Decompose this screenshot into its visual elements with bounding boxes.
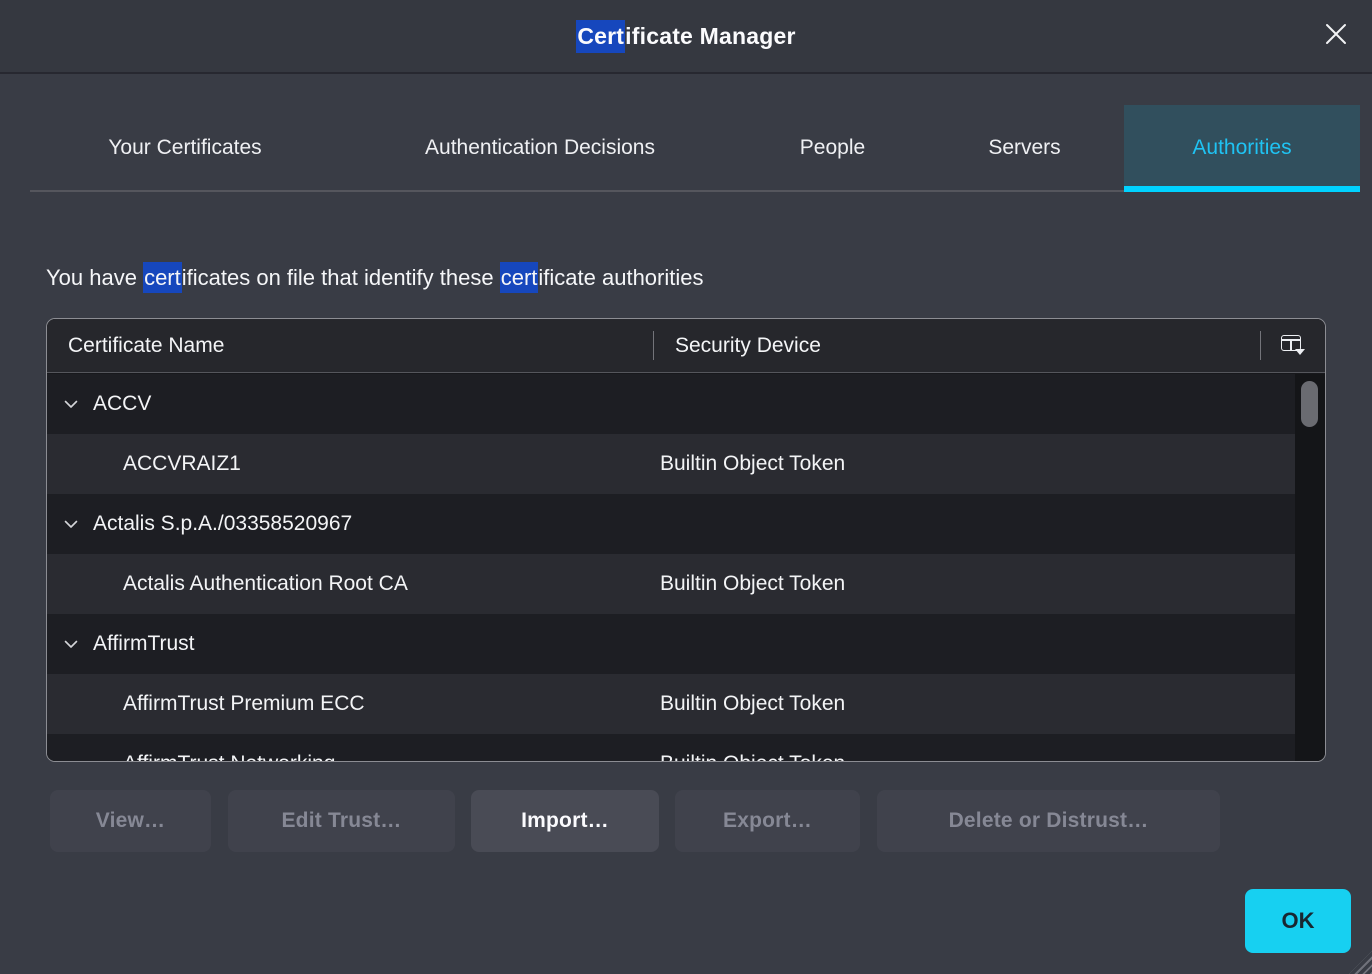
intro-part: You have bbox=[46, 265, 143, 290]
titlebar: Certificate Manager bbox=[0, 0, 1372, 72]
tab-authorities[interactable]: Authorities bbox=[1124, 105, 1360, 190]
tree-child-row[interactable]: ACCVRAIZ1 Builtin Object Token bbox=[47, 434, 1295, 494]
tree-child-row[interactable]: Actalis Authentication Root CA Builtin O… bbox=[47, 554, 1295, 614]
resize-grip-icon[interactable] bbox=[1349, 951, 1372, 974]
cell-security-device: Builtin Object Token bbox=[660, 434, 845, 494]
column-divider bbox=[1260, 331, 1261, 360]
find-highlight: cert bbox=[500, 262, 539, 293]
column-header-certificate-name[interactable]: Certificate Name bbox=[68, 319, 224, 372]
delete-distrust-button[interactable]: Delete or Distrust… bbox=[877, 790, 1220, 852]
cell-certificate-name: ACCV bbox=[93, 374, 151, 434]
tab-people[interactable]: People bbox=[740, 105, 925, 190]
table-header: Certificate Name Security Device bbox=[47, 319, 1325, 373]
find-highlight: cert bbox=[143, 262, 182, 293]
dialog-title: Certificate Manager bbox=[0, 0, 1372, 72]
tab-your-certificates[interactable]: Your Certificates bbox=[30, 105, 340, 190]
certificate-manager-dialog: Certificate Manager Your Certificates Au… bbox=[0, 0, 1372, 974]
tree-child-row[interactable]: AffirmTrust Networking Builtin Object To… bbox=[47, 734, 1295, 761]
cell-security-device: Builtin Object Token bbox=[660, 734, 845, 761]
scrollbar-thumb[interactable] bbox=[1301, 381, 1318, 427]
close-button[interactable] bbox=[1320, 19, 1352, 51]
cell-certificate-name: ACCVRAIZ1 bbox=[123, 434, 241, 494]
view-button[interactable]: View… bbox=[50, 790, 211, 852]
tab-label: People bbox=[800, 136, 865, 160]
edit-trust-button[interactable]: Edit Trust… bbox=[228, 790, 455, 852]
cell-certificate-name: Actalis Authentication Root CA bbox=[123, 554, 408, 614]
intro-part: ificates on file that identify these bbox=[182, 265, 500, 290]
export-button[interactable]: Export… bbox=[675, 790, 860, 852]
tab-servers[interactable]: Servers bbox=[925, 105, 1124, 190]
chevron-down-icon[interactable] bbox=[63, 636, 79, 652]
tab-label: Authorities bbox=[1192, 136, 1291, 160]
tree-group-row[interactable]: AffirmTrust bbox=[47, 614, 1295, 674]
cell-security-device: Builtin Object Token bbox=[660, 674, 845, 734]
ok-button[interactable]: OK bbox=[1245, 889, 1351, 953]
tab-strip: Your Certificates Authentication Decisio… bbox=[30, 105, 1360, 190]
intro-text: You have certificates on file that ident… bbox=[46, 262, 704, 294]
tree-group-row[interactable]: ACCV bbox=[47, 374, 1295, 434]
close-icon bbox=[1322, 20, 1350, 51]
import-button[interactable]: Import… bbox=[471, 790, 659, 852]
cell-security-device: Builtin Object Token bbox=[660, 554, 845, 614]
cell-certificate-name: AffirmTrust Premium ECC bbox=[123, 674, 365, 734]
column-header-security-device[interactable]: Security Device bbox=[675, 319, 821, 372]
tree-child-row[interactable]: AffirmTrust Premium ECC Builtin Object T… bbox=[47, 674, 1295, 734]
tree-group-row[interactable]: Actalis S.p.A./03358520967 bbox=[47, 494, 1295, 554]
tab-label: Authentication Decisions bbox=[425, 136, 655, 160]
column-divider[interactable] bbox=[653, 331, 654, 360]
intro-part: ificate authorities bbox=[538, 265, 703, 290]
table-body: ACCV ACCVRAIZ1 Builtin Object Token Acta… bbox=[47, 374, 1295, 761]
tab-label: Servers bbox=[988, 136, 1060, 160]
chevron-down-icon[interactable] bbox=[63, 396, 79, 412]
tab-authentication-decisions[interactable]: Authentication Decisions bbox=[340, 105, 740, 190]
title-separator bbox=[0, 72, 1372, 74]
scrollbar-track[interactable] bbox=[1295, 374, 1325, 761]
chevron-down-icon[interactable] bbox=[63, 516, 79, 532]
cell-certificate-name: AffirmTrust bbox=[93, 614, 195, 674]
certificates-table: Certificate Name Security Device ACCV AC… bbox=[46, 318, 1326, 762]
tab-label: Your Certificates bbox=[108, 136, 261, 160]
cell-certificate-name: Actalis S.p.A./03358520967 bbox=[93, 494, 352, 554]
column-picker-button[interactable] bbox=[1281, 335, 1305, 355]
cell-certificate-name: AffirmTrust Networking bbox=[123, 734, 335, 761]
title-text: ificate Manager bbox=[625, 23, 795, 50]
title-find-highlight: Cert bbox=[576, 20, 625, 53]
